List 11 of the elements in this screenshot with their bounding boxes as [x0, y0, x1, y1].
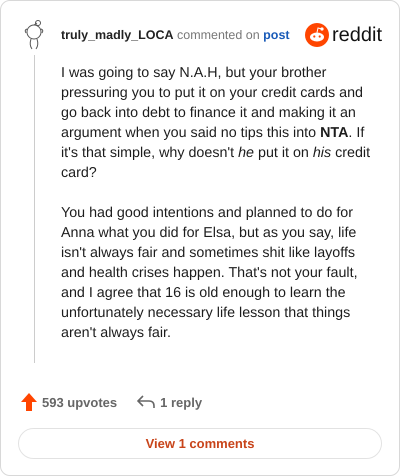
- reply-count[interactable]: 1 reply: [137, 394, 202, 410]
- upvote-icon: [21, 393, 37, 411]
- reply-icon: [137, 395, 156, 409]
- comment-paragraph: I was going to say N.A.H, but your brother pressuring you to put it on your credit cards and go back into debt to finance it and making it an argument when you said no tips this into NTA. If it's that simple, why doesn't he put it on his credit card?: [61, 64, 372, 183]
- upvote-count[interactable]: 593 upvotes: [21, 393, 118, 411]
- comment-paragraph: You had good intentions and planned to do for Anna what you did for Elsa, but as you say, life isn't always fair and sometimes shit like layoffs and health crises happen. That's not your fault, and I agree that 16 is old enough to learn the unfortunately necessary life lesson that things aren't always fair.: [61, 204, 359, 343]
- comment-header: truly_madly_LOCA commented on post: [61, 28, 291, 42]
- reddit-logo-icon: [304, 23, 329, 47]
- brand-name: reddit: [332, 24, 382, 46]
- view-comments-button[interactable]: View 1 comments: [18, 428, 382, 459]
- post-link[interactable]: post: [263, 28, 290, 42]
